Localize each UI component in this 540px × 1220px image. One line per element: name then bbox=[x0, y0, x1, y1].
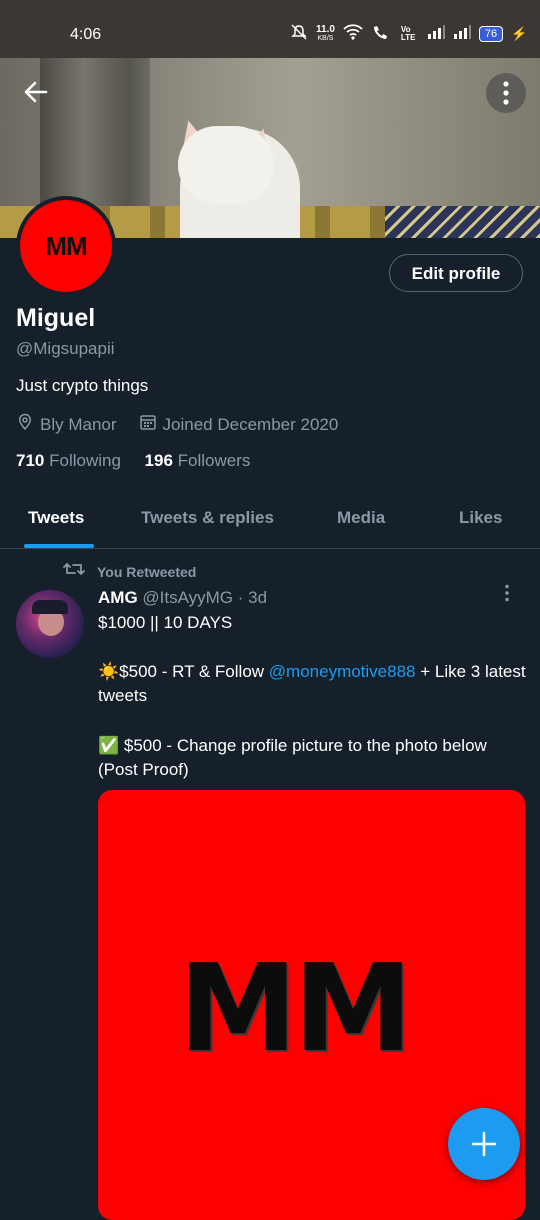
tweet-time: · 3d bbox=[237, 588, 268, 607]
retweet-context: You Retweeted bbox=[63, 560, 196, 584]
following-count: 710 bbox=[16, 451, 45, 470]
tweet-line-1: $1000 || 10 DAYS bbox=[98, 613, 233, 632]
avatar-text: MM bbox=[45, 230, 87, 261]
tab-media[interactable]: Media bbox=[337, 508, 385, 528]
following-link[interactable]: 710 Following bbox=[16, 451, 121, 470]
profile-bio: Just crypto things bbox=[16, 376, 149, 395]
battery-icon: 76 bbox=[478, 25, 504, 42]
profile-tabs: Tweets Tweets & replies Media Likes bbox=[0, 498, 540, 549]
tweet-author-avatar[interactable] bbox=[16, 590, 84, 658]
tweet-author-handle[interactable]: @ItsAyyMG bbox=[142, 588, 233, 607]
tweet-image-text: MM bbox=[178, 940, 413, 1079]
tweet-header: AMG @ItsAyyMG · 3d bbox=[98, 588, 267, 608]
arrow-left-icon bbox=[24, 81, 48, 103]
charging-icon: ⚡ bbox=[511, 25, 528, 41]
tweet-author-name[interactable]: AMG bbox=[98, 588, 138, 607]
tab-tweets[interactable]: Tweets bbox=[28, 508, 84, 528]
location-icon bbox=[16, 413, 34, 436]
tab-tweets-replies[interactable]: Tweets & replies bbox=[141, 508, 274, 528]
status-bar: 4:06 11.0 KB/S Vo LTE 76 ⚡ bbox=[0, 0, 540, 58]
followers-label: Followers bbox=[177, 451, 251, 470]
plus-icon bbox=[471, 1131, 497, 1157]
volte-label: Vo LTE bbox=[400, 24, 416, 42]
retweet-label: You Retweeted bbox=[97, 564, 197, 580]
signal-icon bbox=[427, 25, 445, 42]
banner-blanket bbox=[385, 206, 540, 238]
tweet-more-button[interactable] bbox=[504, 584, 510, 608]
tweet-mention-link[interactable]: @moneymotive888 bbox=[269, 662, 416, 681]
tweet-line-3: ✅ $500 - Change profile picture to the p… bbox=[98, 736, 487, 779]
calendar-icon bbox=[139, 413, 157, 436]
mute-icon bbox=[290, 24, 308, 43]
net-speed-unit: KB/S bbox=[317, 34, 334, 42]
signal-icon bbox=[453, 25, 471, 42]
tweet-line-2: ☀️$500 - RT & Follow @moneymotive888 + L… bbox=[98, 660, 528, 708]
back-button[interactable] bbox=[20, 78, 52, 110]
wifi-call-icon bbox=[371, 24, 393, 43]
profile-name: Miguel bbox=[16, 304, 96, 332]
profile-handle: @Migsupapii bbox=[16, 339, 115, 358]
profile-meta: Bly Manor Joined December 2020 bbox=[16, 413, 338, 436]
followers-count: 196 bbox=[144, 451, 173, 470]
net-speed: 11.0 KB/S bbox=[316, 23, 335, 43]
avatar-cap bbox=[32, 600, 68, 614]
compose-tweet-button[interactable] bbox=[448, 1108, 520, 1180]
profile-joined: Joined December 2020 bbox=[162, 414, 339, 434]
status-icons: 11.0 KB/S Vo LTE 76 ⚡ bbox=[290, 24, 527, 43]
cat-head bbox=[178, 126, 274, 204]
following-label: Following bbox=[49, 451, 121, 470]
follow-stats: 710 Following 196 Followers bbox=[16, 451, 250, 471]
more-vertical-icon bbox=[505, 584, 509, 602]
status-time: 4:06 bbox=[70, 26, 102, 43]
profile-avatar[interactable]: MM bbox=[16, 196, 116, 296]
more-vertical-icon bbox=[503, 81, 509, 105]
active-tab-indicator bbox=[24, 544, 94, 548]
profile-location: Bly Manor bbox=[40, 414, 117, 434]
followers-link[interactable]: 196 Followers bbox=[145, 451, 251, 470]
tweet-line-2-prefix: ☀️$500 - RT & Follow bbox=[98, 662, 269, 681]
retweet-icon bbox=[63, 560, 85, 584]
wifi-icon bbox=[343, 24, 363, 43]
tab-likes[interactable]: Likes bbox=[459, 508, 502, 528]
more-options-button[interactable] bbox=[486, 73, 526, 113]
net-speed-value: 11.0 bbox=[316, 23, 335, 35]
edit-profile-button[interactable]: Edit profile bbox=[389, 254, 523, 292]
